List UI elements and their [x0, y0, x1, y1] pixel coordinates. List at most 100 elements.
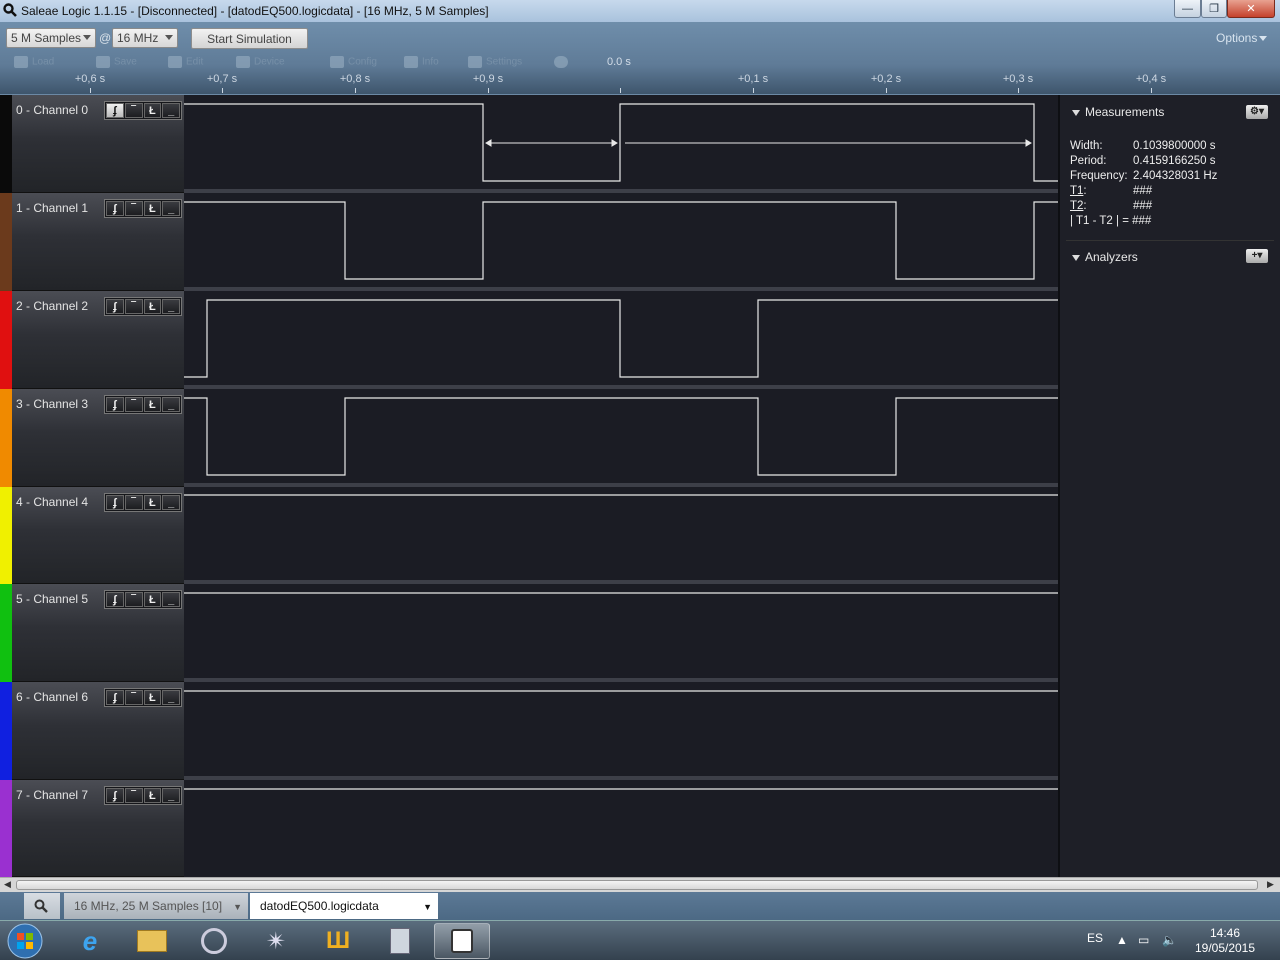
- trigger-low-button[interactable]: _: [162, 201, 180, 216]
- trigger-edge-button[interactable]: ʄ: [106, 103, 124, 118]
- trigger-high-button[interactable]: ‾: [124, 495, 143, 510]
- trigger-high-button[interactable]: ‾: [124, 201, 143, 216]
- panel-divider: [1066, 240, 1274, 241]
- trigger-high-button[interactable]: ‾: [124, 397, 143, 412]
- minimize-icon: —: [1182, 2, 1193, 15]
- channel-header[interactable]: 5 - Channel 5 ʄ ‾ Ł _: [12, 584, 184, 682]
- channel-color: [0, 95, 12, 193]
- chevron-down-icon: ▼: [233, 902, 242, 912]
- scroll-left-icon[interactable]: ◀: [4, 879, 11, 890]
- chevron-down-icon: [1259, 36, 1268, 42]
- language-indicator[interactable]: ES: [1087, 931, 1103, 945]
- trigger-pulse-button[interactable]: Ł: [143, 788, 162, 803]
- trigger-low-button[interactable]: _: [162, 103, 180, 118]
- options-menu[interactable]: Options: [1216, 31, 1268, 45]
- channel-name: 1 - Channel 1: [16, 201, 89, 215]
- trigger-high-button[interactable]: ‾: [124, 788, 143, 803]
- trigger-edge-button[interactable]: ʄ: [106, 592, 124, 607]
- help-tool[interactable]: [554, 56, 572, 70]
- scrollbar-thumb[interactable]: [16, 880, 1258, 890]
- trigger-edge-button[interactable]: ʄ: [106, 788, 124, 803]
- sample-count-select[interactable]: 5 M Samples: [6, 28, 96, 48]
- taskbar-explorer[interactable]: [124, 923, 180, 959]
- save-tool[interactable]: Save: [96, 56, 137, 70]
- device-tool[interactable]: Device: [236, 56, 285, 70]
- clock-time: 14:46: [1209, 926, 1241, 940]
- channel-header[interactable]: 0 - Channel 0 ʄ ‾ Ł _: [12, 95, 184, 193]
- trigger-pulse-button[interactable]: Ł: [143, 397, 162, 412]
- trigger-edge-button[interactable]: ʄ: [106, 299, 124, 314]
- config-tool[interactable]: Config: [330, 56, 377, 70]
- t2-link[interactable]: T2: [1070, 200, 1083, 212]
- measurements-settings-button[interactable]: ⚙▾: [1246, 105, 1268, 119]
- trigger-pulse-button[interactable]: Ł: [143, 592, 162, 607]
- network-icon[interactable]: ▭: [1138, 933, 1149, 947]
- trigger-high-button[interactable]: ‾: [124, 103, 143, 118]
- measurements-header[interactable]: Measurements: [1072, 105, 1164, 119]
- taskbar-calculator[interactable]: [372, 923, 428, 959]
- channel-name: 3 - Channel 3: [16, 397, 89, 411]
- trigger-low-button[interactable]: _: [162, 397, 180, 412]
- tab-session-1[interactable]: 16 MHz, 25 M Samples [10] ▼: [64, 893, 248, 919]
- sample-count-value: 5 M Samples: [11, 31, 82, 45]
- show-hidden-icons[interactable]: ▲: [1116, 933, 1128, 947]
- channel-header[interactable]: 2 - Channel 2 ʄ ‾ Ł _: [12, 291, 184, 389]
- trigger-low-button[interactable]: _: [162, 690, 180, 705]
- taskbar-app-3[interactable]: [186, 923, 242, 959]
- mplab-icon: Ш: [325, 927, 351, 954]
- trigger-edge-button[interactable]: ʄ: [106, 495, 124, 510]
- system-clock[interactable]: 14:46 19/05/2015: [1186, 926, 1264, 956]
- taskbar-app-5[interactable]: Ш: [310, 923, 366, 959]
- config-icon: [330, 56, 344, 68]
- maximize-button[interactable]: ❐: [1201, 0, 1227, 18]
- channel-header[interactable]: 6 - Channel 6 ʄ ‾ Ł _: [12, 682, 184, 780]
- trigger-pulse-button[interactable]: Ł: [143, 495, 162, 510]
- taskbar-internet-explorer[interactable]: e: [62, 923, 118, 959]
- start-button[interactable]: [2, 923, 48, 959]
- trigger-high-button[interactable]: ‾: [124, 690, 143, 705]
- trigger-edge-button[interactable]: ʄ: [106, 397, 124, 412]
- windows-logo-icon: [7, 923, 43, 959]
- channel-header[interactable]: 1 - Channel 1 ʄ ‾ Ł _: [12, 193, 184, 291]
- trigger-pulse-button[interactable]: Ł: [143, 690, 162, 705]
- window-title: Saleae Logic 1.1.15 - [Disconnected] - […: [21, 4, 489, 18]
- minimize-button[interactable]: —: [1174, 0, 1201, 18]
- horizontal-scrollbar[interactable]: ◀ ▶: [0, 877, 1280, 892]
- trigger-edge-button[interactable]: ʄ: [106, 201, 124, 216]
- atom-app-icon: ✴: [265, 927, 287, 955]
- channel-header[interactable]: 4 - Channel 4 ʄ ‾ Ł _: [12, 487, 184, 584]
- taskbar-app-4[interactable]: ✴: [248, 923, 304, 959]
- t1-link[interactable]: T1: [1070, 185, 1083, 197]
- trigger-high-button[interactable]: ‾: [124, 299, 143, 314]
- trigger-low-button[interactable]: _: [162, 592, 180, 607]
- tick-mark: [753, 88, 754, 93]
- trigger-pulse-button[interactable]: Ł: [143, 103, 162, 118]
- trigger-edge-button[interactable]: ʄ: [106, 690, 124, 705]
- trigger-pulse-button[interactable]: Ł: [143, 299, 162, 314]
- analyzers-header[interactable]: Analyzers: [1072, 250, 1138, 264]
- channel-header[interactable]: 7 - Channel 7 ʄ ‾ Ł _: [12, 780, 184, 877]
- trigger-high-button[interactable]: ‾: [124, 592, 143, 607]
- trigger-low-button[interactable]: _: [162, 788, 180, 803]
- close-button[interactable]: ✕: [1227, 0, 1275, 18]
- trigger-low-button[interactable]: _: [162, 299, 180, 314]
- tab-session-2[interactable]: datodEQ500.logicdata ▼: [250, 893, 438, 919]
- taskbar-saleae-logic[interactable]: [434, 923, 490, 959]
- search-tab[interactable]: [24, 893, 60, 919]
- add-analyzer-button[interactable]: +▾: [1246, 249, 1268, 263]
- load-tool[interactable]: Load: [14, 56, 54, 70]
- volume-icon[interactable]: 🔈: [1162, 933, 1177, 947]
- channel-header[interactable]: 3 - Channel 3 ʄ ‾ Ł _: [12, 389, 184, 487]
- settings-tool[interactable]: Settings: [468, 56, 522, 70]
- start-simulation-button[interactable]: Start Simulation: [191, 28, 308, 49]
- trigger-pulse-button[interactable]: Ł: [143, 201, 162, 216]
- windows-taskbar: e ✴ Ш ES ▲ ▭ 🔈 14:46 19/05/2015: [0, 920, 1280, 960]
- waveform-view[interactable]: [184, 95, 1058, 877]
- close-icon: ✕: [1246, 3, 1256, 15]
- scroll-right-icon[interactable]: ▶: [1267, 879, 1274, 890]
- info-tool[interactable]: Info: [404, 56, 439, 70]
- trigger-low-button[interactable]: _: [162, 495, 180, 510]
- edit-tool[interactable]: Edit: [168, 56, 203, 70]
- sample-rate-select[interactable]: 16 MHz: [112, 28, 178, 48]
- saleae-logo-icon: [3, 3, 17, 17]
